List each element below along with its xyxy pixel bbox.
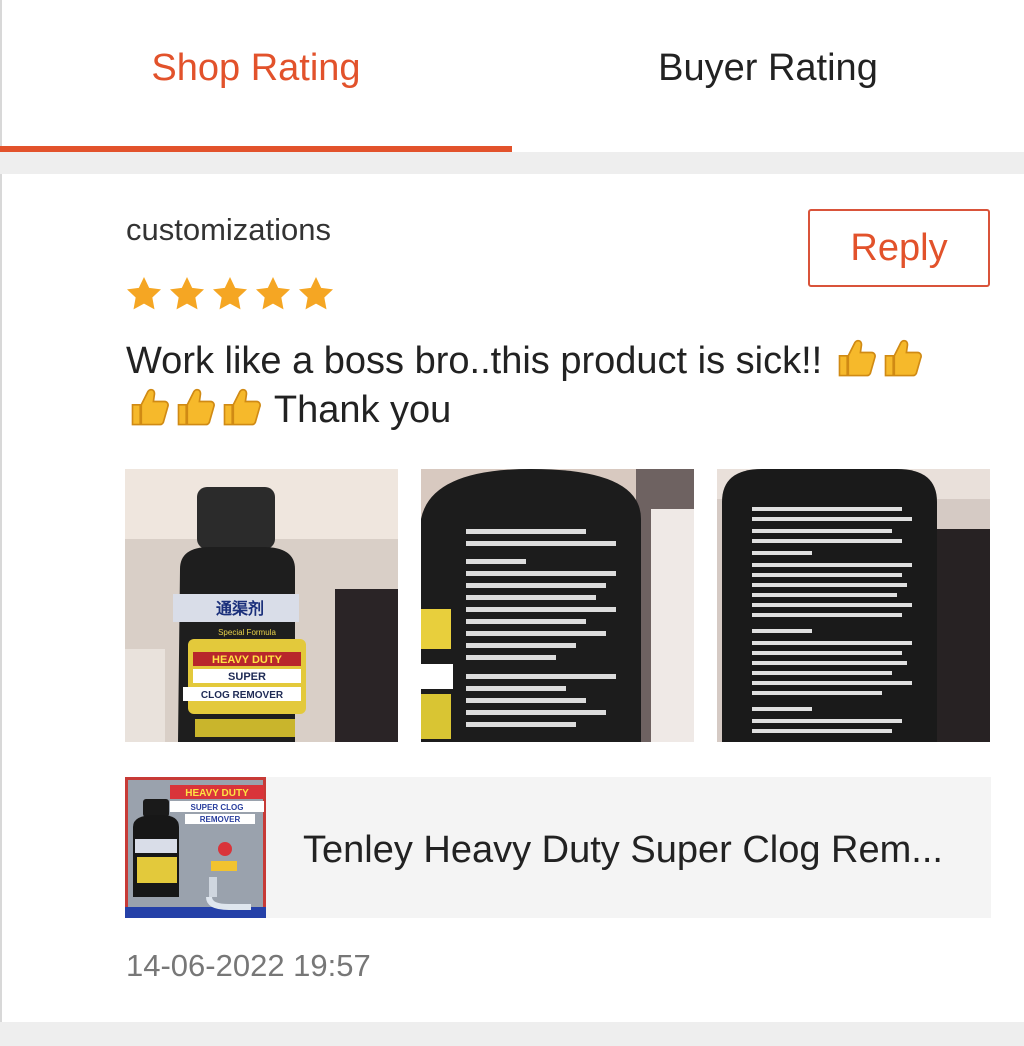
reply-button[interactable]: Reply bbox=[808, 209, 990, 287]
svg-text:HEAVY DUTY: HEAVY DUTY bbox=[185, 788, 249, 799]
svg-text:SUPER CLOG: SUPER CLOG bbox=[191, 803, 244, 812]
section-divider-bottom bbox=[0, 1022, 1024, 1046]
star-rating bbox=[124, 274, 336, 314]
reviewer-username: customizations bbox=[126, 212, 332, 247]
review-photo-1[interactable]: 通渠剂 Special Formula HEAVY DUTY SUPER CLO… bbox=[125, 469, 398, 742]
product-thumbnail: HEAVY DUTY SUPER CLOG REMOVER bbox=[125, 777, 266, 918]
tab-shop-rating-label: Shop Rating bbox=[151, 46, 361, 89]
review-text-part2: Thank you bbox=[273, 389, 452, 431]
rating-tabs: Shop Rating Buyer Rating bbox=[0, 0, 1024, 152]
review-timestamp: 14-06-2022 19:57 bbox=[126, 948, 371, 983]
product-card[interactable]: HEAVY DUTY SUPER CLOG REMOVER Tenley Hea… bbox=[125, 777, 991, 918]
product-name: Tenley Heavy Duty Super Clog Rem... bbox=[303, 829, 943, 871]
svg-text:SUPER: SUPER bbox=[228, 671, 266, 683]
thumbs-up-icon bbox=[223, 388, 261, 426]
review-text-part1: Work like a boss bro..this product is si… bbox=[126, 340, 823, 382]
star-icon bbox=[170, 277, 204, 310]
svg-text:REMOVER: REMOVER bbox=[200, 815, 241, 824]
thumbs-up-icon bbox=[884, 339, 922, 377]
review-photo-3[interactable] bbox=[717, 469, 990, 742]
svg-text:CLOG REMOVER: CLOG REMOVER bbox=[201, 690, 284, 701]
svg-text:Special Formula: Special Formula bbox=[218, 628, 276, 637]
thumbs-up-icon bbox=[131, 388, 169, 426]
thumbs-up-icon bbox=[838, 339, 876, 377]
svg-text:通渠剂: 通渠剂 bbox=[216, 599, 264, 618]
star-icon bbox=[256, 277, 290, 310]
section-divider bbox=[0, 152, 1024, 174]
tab-buyer-rating-label: Buyer Rating bbox=[658, 46, 878, 89]
star-icon bbox=[299, 277, 333, 310]
thumbs-up-icon bbox=[177, 388, 215, 426]
review-page: Shop Rating Buyer Rating customizations … bbox=[0, 0, 1024, 1046]
star-icon bbox=[213, 277, 247, 310]
svg-text:HEAVY DUTY: HEAVY DUTY bbox=[212, 654, 283, 666]
review-text: Work like a boss bro..this product is si… bbox=[126, 336, 976, 434]
review-photo-2[interactable] bbox=[421, 469, 694, 742]
tab-shop-rating[interactable]: Shop Rating bbox=[0, 0, 512, 152]
tab-buyer-rating[interactable]: Buyer Rating bbox=[512, 0, 1024, 152]
star-icon bbox=[127, 277, 161, 310]
